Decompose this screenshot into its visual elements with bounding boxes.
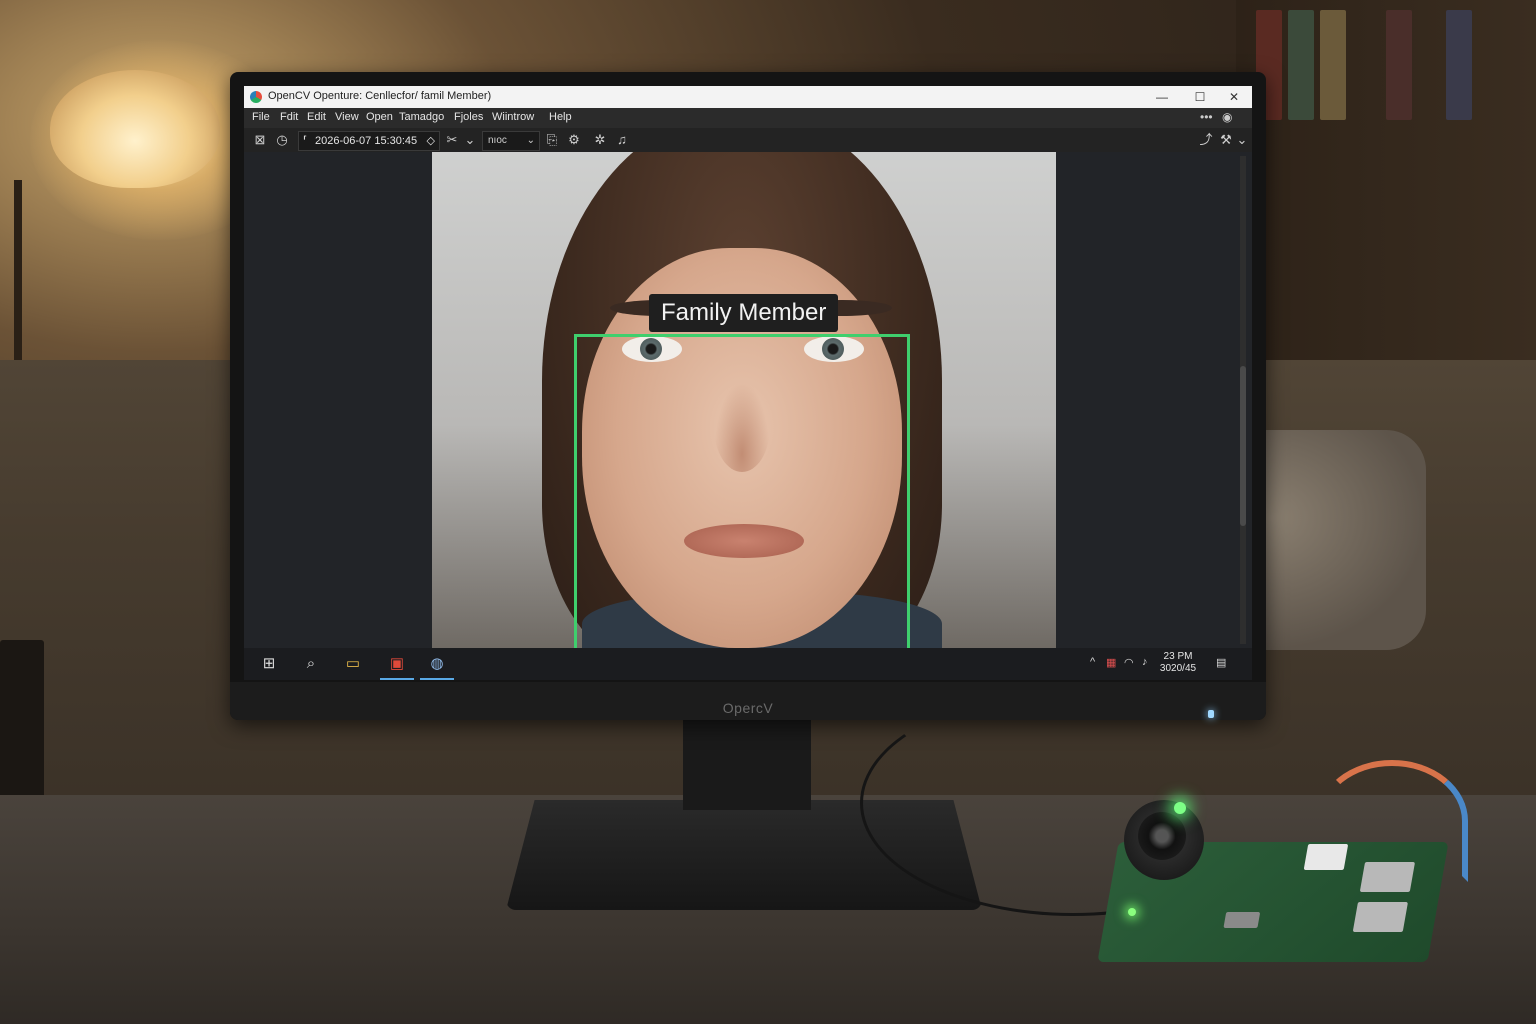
usb-port [1352, 902, 1408, 932]
opencv-logo-icon [250, 91, 262, 103]
menu-help[interactable]: Help [549, 111, 572, 123]
profile-icon[interactable]: ◉ [1222, 110, 1232, 124]
ribbon-connector [1303, 844, 1349, 870]
camera-lens [1138, 812, 1186, 860]
minimize-button[interactable]: — [1148, 88, 1176, 106]
tools-icon[interactable]: ✂ [444, 132, 460, 148]
chevron-down-icon: ⌄ [526, 135, 535, 146]
options-icon[interactable]: ⚙ [566, 132, 582, 148]
store-icon[interactable]: ▣ [380, 654, 414, 680]
scrollbar[interactable] [1240, 156, 1246, 644]
menu-edit[interactable]: Edit [307, 111, 326, 123]
board-led [1128, 908, 1136, 916]
face-label: Family Member [649, 294, 839, 332]
chevron-down-icon[interactable]: ⌄ [462, 132, 478, 148]
menu-fdit[interactable]: Fdit [280, 111, 298, 123]
timestamp-field[interactable]: ⸢ 2026-06-07 15:30:45 ◇ [298, 131, 440, 151]
flag-icon: ⸢ [303, 135, 308, 147]
menu-tamadgo[interactable]: Tamadgo [399, 111, 444, 123]
chevron-down-icon[interactable]: ⌄ [1234, 132, 1250, 148]
timestamp-value: 2026-06-07 15:30:45 [315, 135, 418, 147]
stepper-icon: ◇ [426, 135, 435, 147]
menu-fjoles[interactable]: Fjoles [454, 111, 483, 123]
clock-time: 23 PM [1163, 651, 1193, 662]
menu-file[interactable]: File [252, 111, 270, 123]
share-icon[interactable]: ⤴ [1198, 132, 1214, 148]
search-icon[interactable]: ⌕ [300, 654, 322, 674]
audio-icon[interactable]: ♫ [614, 132, 630, 148]
menu-bar: File Fdit Edit View Open Tamadgo Fjoles … [244, 108, 1252, 128]
close-button[interactable]: ✕ [1220, 88, 1248, 106]
window-title: OpenCV Openture: Cenllecfor/ famil Membe… [268, 90, 492, 102]
clock-date: 3020/45 [1159, 663, 1197, 674]
tray-network-icon[interactable]: ▦ [1106, 656, 1116, 669]
maximize-button[interactable]: ☐ [1186, 88, 1214, 106]
volume-icon[interactable]: ♪ [1142, 656, 1148, 668]
lamp-shade [50, 70, 220, 188]
face-bounding-box [574, 334, 910, 678]
toolbar: ⊠ ◷ ⸢ 2026-06-07 15:30:45 ◇ ✂ ⌄ nıoc ⌄ ⎘… [244, 128, 1252, 153]
history-icon[interactable]: ◷ [274, 132, 290, 148]
book [1386, 10, 1412, 120]
title-bar: OpenCV Openture: Cenllecfor/ famil Membe… [244, 86, 1252, 108]
scrollbar-thumb[interactable] [1240, 366, 1246, 526]
menu-wiintrow[interactable]: Wiintrow [492, 111, 534, 123]
book [1446, 10, 1472, 120]
mode-select-value: nıoc [488, 135, 507, 146]
mode-select[interactable]: nıoc ⌄ [482, 131, 540, 151]
export-icon[interactable]: ⎘ [544, 132, 560, 148]
wifi-icon[interactable]: ◠ [1124, 656, 1134, 669]
usb-port [1359, 862, 1416, 892]
tray-chevron-icon[interactable]: ^ [1090, 656, 1095, 668]
settings-gear-icon[interactable]: ✲ [592, 132, 608, 148]
menu-view[interactable]: View [335, 111, 359, 123]
menu-open[interactable]: Open [366, 111, 393, 123]
monitor-stand-neck [683, 718, 811, 810]
more-menu[interactable]: ••• [1200, 110, 1213, 124]
capture-icon[interactable]: ⊠ [252, 132, 268, 148]
video-viewport: Family Member [244, 152, 1252, 678]
opencv-app-icon[interactable]: ◍ [420, 654, 454, 680]
camera-led [1174, 802, 1186, 814]
taskbar-clock[interactable]: 23 PM 3020/45 [1158, 651, 1198, 675]
tool-icon[interactable]: ⚒ [1218, 132, 1234, 148]
notification-icon[interactable]: ▤ [1216, 656, 1226, 669]
hdmi-port [1223, 912, 1261, 928]
taskbar: ⊞ ⌕ ▭ ▣ ◍ ^ ▦ ◠ ♪ 23 PM 3020/45 ▤ [244, 648, 1252, 680]
book [1288, 10, 1314, 120]
windows-start-icon[interactable]: ⊞ [258, 654, 280, 674]
file-explorer-icon[interactable]: ▭ [342, 654, 364, 674]
book [1320, 10, 1346, 120]
screen: OpenCV Openture: Cenllecfor/ famil Membe… [244, 86, 1252, 680]
